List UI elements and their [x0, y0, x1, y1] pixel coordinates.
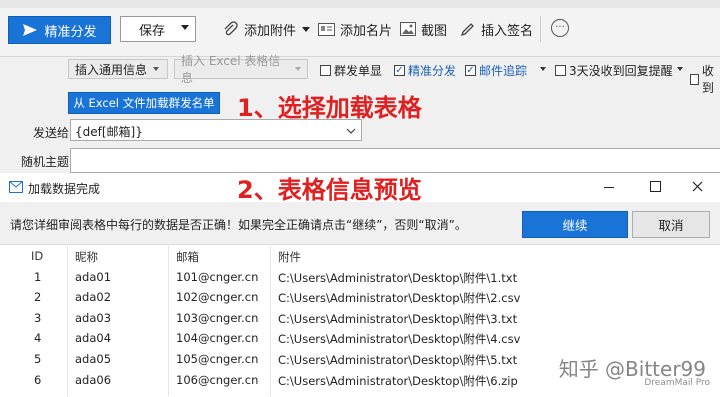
paperclip-icon — [224, 21, 238, 36]
chevron-down-icon[interactable] — [677, 67, 683, 71]
precise-send-label: 精准分发 — [408, 64, 457, 78]
cell-email: 105@cnger.cn — [176, 352, 259, 366]
insert-signature-label: 插入签名 — [481, 23, 534, 39]
to-field[interactable]: {def[邮箱]} — [70, 119, 362, 141]
cell-attachment: C:\Users\Administrator\Desktop\附件\4.csv — [278, 332, 521, 346]
no-reply-label: 3天没收到回复提醒 — [569, 64, 673, 78]
cell-email: 101@cnger.cn — [176, 270, 259, 284]
cell-attachment: C:\Users\Administrator\Desktop\附件\6.zip — [278, 374, 518, 388]
minimize-icon[interactable] — [604, 187, 614, 188]
screenshot-button[interactable]: 截图 — [400, 18, 447, 40]
cell-nickname: ada01 — [75, 270, 112, 284]
send-button-label: 精准分发 — [44, 24, 97, 40]
continue-button[interactable]: 继续 — [522, 211, 628, 238]
chevron-down-icon[interactable] — [346, 128, 356, 134]
column-header-email: 邮箱 — [176, 250, 199, 264]
chevron-down-icon[interactable] — [302, 26, 311, 32]
screenshot-label: 截图 — [421, 23, 448, 39]
cell-attachment: C:\Users\Administrator\Desktop\附件\5.txt — [278, 353, 518, 367]
watermark-app: DreamMail Pro — [644, 378, 710, 388]
cell-email: 104@cnger.cn — [176, 331, 259, 345]
cell-email: 103@cnger.cn — [176, 311, 259, 325]
insert-excel-info-button[interactable]: 插入 Excel 表格信息 — [174, 54, 308, 85]
checkbox-box[interactable] — [320, 65, 331, 76]
cell-email: 102@cnger.cn — [176, 290, 259, 304]
continue-label: 继续 — [562, 218, 588, 233]
mail-tracking-checkbox[interactable]: ✓ 邮件追踪 — [465, 62, 527, 79]
column-divider — [270, 246, 271, 396]
cell-id: 6 — [34, 373, 42, 387]
cell-id: 3 — [34, 311, 42, 325]
cell-nickname: ada05 — [75, 352, 112, 366]
save-button[interactable]: 保存 — [120, 16, 196, 42]
pen-icon — [460, 22, 474, 36]
card-icon — [318, 22, 335, 36]
group-single-label: 群发单显 — [334, 64, 383, 78]
cancel-button[interactable]: 取消 — [632, 211, 710, 238]
insert-signature-button[interactable]: 插入签名 — [460, 18, 533, 40]
send-icon — [23, 24, 38, 36]
receipt-checkbox[interactable]: 收到 — [690, 62, 720, 96]
cell-id: 4 — [34, 331, 42, 345]
column-header-id: ID — [31, 249, 44, 263]
checkbox-box[interactable] — [690, 73, 699, 85]
cell-id: 5 — [34, 352, 42, 366]
cell-id: 2 — [34, 290, 42, 304]
checkbox-box[interactable] — [555, 65, 566, 76]
close-icon[interactable] — [692, 181, 703, 192]
toolbar-divider — [540, 16, 541, 42]
precise-send-checkbox[interactable]: ✓ 精准分发 — [394, 62, 456, 79]
cell-id: 1 — [34, 270, 42, 284]
cell-nickname: ada03 — [75, 311, 112, 325]
column-divider — [67, 246, 68, 396]
cell-nickname: ada02 — [75, 290, 112, 304]
cell-nickname: ada04 — [75, 331, 112, 345]
cell-attachment: C:\Users\Administrator\Desktop\附件\1.txt — [278, 271, 518, 285]
to-value: {def[邮箱]} — [75, 125, 143, 139]
cell-nickname: ada06 — [75, 373, 112, 387]
insert-common-label: 插入通用信息 — [75, 62, 148, 77]
column-divider — [168, 246, 169, 396]
save-button-label: 保存 — [139, 23, 166, 39]
cell-email: 106@cnger.cn — [176, 373, 259, 387]
load-excel-button[interactable]: 从 Excel 文件加载群发名单 — [68, 92, 220, 114]
chevron-down-icon[interactable] — [181, 25, 189, 30]
annotation-step2: 2、表格信息预览 — [237, 176, 422, 204]
annotation-step1: 1、选择加载表格 — [237, 94, 422, 122]
maximize-icon[interactable] — [650, 181, 661, 192]
dialog-message: 请您详细审阅表格中每行的数据是否正确！如果完全正确请点击“继续”，否则“取消”。 — [10, 218, 467, 232]
to-label: 发送给 — [33, 126, 70, 140]
column-header-attachment: 附件 — [278, 250, 301, 264]
cell-attachment: C:\Users\Administrator\Desktop\附件\2.csv — [278, 291, 521, 305]
image-icon — [400, 22, 416, 36]
send-button[interactable]: 精准分发 — [8, 16, 111, 44]
attach-label: 添加附件 — [244, 23, 297, 39]
check-icon[interactable]: ✓ — [465, 65, 476, 76]
add-card-button[interactable]: 添加名片 — [318, 18, 392, 40]
title-strip — [0, 0, 720, 8]
chevron-down-icon — [295, 67, 301, 71]
cancel-label: 取消 — [658, 218, 684, 233]
chevron-down-icon[interactable] — [540, 67, 546, 71]
mail-icon — [9, 181, 23, 193]
subject-label: 随机主题 — [21, 155, 70, 169]
cell-attachment: C:\Users\Administrator\Desktop\附件\3.txt — [278, 312, 518, 326]
insert-common-info-button[interactable]: 插入通用信息 — [68, 59, 168, 79]
chevron-down-icon — [153, 67, 160, 71]
more-options-icon[interactable]: ··· — [551, 19, 569, 37]
mail-tracking-label: 邮件追踪 — [479, 64, 528, 78]
no-reply-reminder-checkbox[interactable]: 3天没收到回复提醒 — [555, 62, 673, 79]
column-header-nickname: 昵称 — [75, 250, 98, 264]
add-card-label: 添加名片 — [340, 23, 393, 39]
group-single-checkbox[interactable]: 群发单显 — [320, 62, 382, 79]
check-icon[interactable]: ✓ — [394, 65, 405, 76]
load-excel-label: 从 Excel 文件加载群发名单 — [73, 96, 215, 110]
attach-button[interactable]: 添加附件 — [222, 18, 311, 40]
insert-excel-label: 插入 Excel 表格信息 — [181, 54, 281, 85]
receipt-label: 收到 — [701, 64, 714, 95]
dialog-title: 加载数据完成 — [28, 182, 101, 196]
